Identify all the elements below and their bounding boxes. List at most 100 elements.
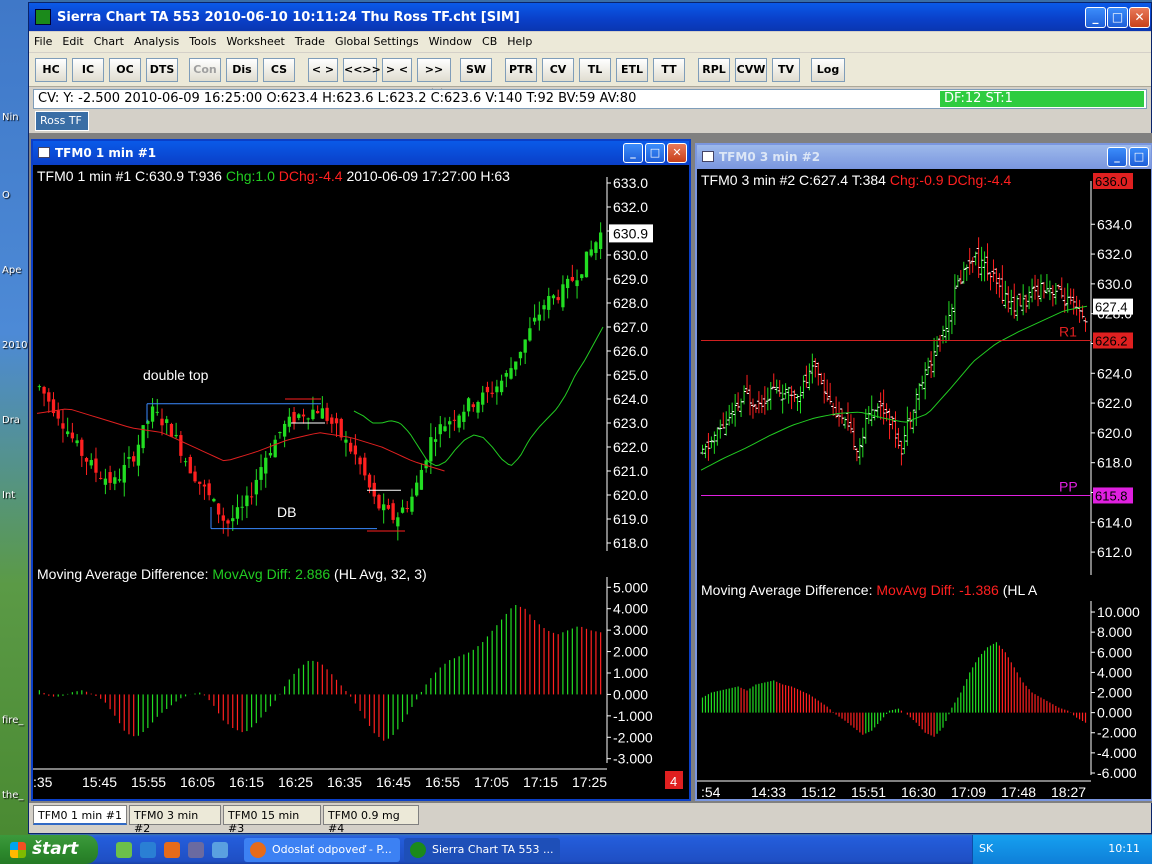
y-tick-label: 621.0	[613, 463, 648, 479]
y-tick-label: 622.0	[613, 439, 648, 455]
title-bar[interactable]: Sierra Chart TA 553 2010-06-10 10:11:24 …	[29, 3, 1151, 31]
y-tick-label: 0.000	[1097, 705, 1132, 721]
y-tick-label: 1.000	[613, 665, 648, 681]
taskbar-item[interactable]: Sierra Chart TA 553 ...	[404, 838, 560, 862]
desktop-icon-label[interactable]: Ape	[2, 265, 21, 276]
chart-window-title: TFM0 1 min #1	[55, 146, 157, 160]
menu-window[interactable]: Window	[424, 32, 477, 48]
candle-body	[141, 425, 145, 449]
minimize-button[interactable]: _	[623, 143, 643, 163]
toolbar-button-20[interactable]: Log	[811, 58, 845, 82]
candle-body	[113, 477, 117, 484]
toolbar-button-6[interactable]: CS	[263, 58, 295, 82]
language-indicator[interactable]: SK	[979, 842, 993, 855]
toolbar-button-7[interactable]: < >	[308, 58, 338, 82]
app-icon[interactable]	[35, 9, 51, 25]
toolbar-button-17[interactable]: RPL	[698, 58, 730, 82]
menu-global-settings[interactable]: Global Settings	[330, 32, 424, 48]
candle-body	[438, 424, 442, 435]
y-tick-label: 628.0	[613, 295, 648, 311]
candle-body	[443, 426, 447, 432]
maximize-button[interactable]: □	[1107, 7, 1128, 28]
menu-file[interactable]: File	[29, 32, 57, 48]
moving-average-red	[36, 408, 445, 472]
y-tick-label: -1.000	[613, 708, 653, 724]
x-tick-label: 16:55	[425, 774, 460, 790]
toolbar-button-14[interactable]: TL	[579, 58, 611, 82]
taskbar-item[interactable]: Odoslať odpoveď - P...	[244, 838, 400, 862]
menu-trade[interactable]: Trade	[290, 32, 330, 48]
minimize-button[interactable]: _	[1107, 147, 1127, 167]
toolbar-button-18[interactable]: CVW	[735, 58, 767, 82]
chart-window-2[interactable]: TFM0 3 min #2 _ □ TFM0 3 min #2 C:627.4 …	[695, 143, 1152, 801]
desktop-icon-label[interactable]: Int	[2, 490, 15, 501]
toolbar-button-11[interactable]: SW	[460, 58, 492, 82]
desktop-icon-label[interactable]: Nin	[2, 112, 19, 123]
candle-body	[122, 464, 126, 483]
quicklaunch-icon[interactable]	[212, 842, 228, 858]
y-tick-label: 632.0	[613, 199, 648, 215]
tab-chart-1[interactable]: TFM0 1 min #1	[33, 805, 127, 825]
x-tick-label: 17:05	[474, 774, 509, 790]
tab-chart-4[interactable]: TFM0 0.9 mg #4	[323, 805, 419, 835]
candle-body	[37, 386, 42, 388]
menu-tools[interactable]: Tools	[184, 32, 221, 48]
toolbar-button-15[interactable]: ETL	[616, 58, 648, 82]
menu-edit[interactable]: Edit	[57, 32, 88, 48]
chart-title-bar[interactable]: TFM0 1 min #1 _ □ ✕	[33, 141, 689, 165]
ie-icon[interactable]	[140, 842, 156, 858]
maximize-button[interactable]: □	[645, 143, 665, 163]
clock[interactable]: 10:11	[1108, 842, 1140, 855]
candle-body	[278, 432, 282, 434]
toolbar-button-10[interactable]: >><<	[417, 58, 451, 98]
chart-1-plot[interactable]: TFM0 1 min #1 C:630.9 T:936 Chg:1.0 DChg…	[33, 165, 689, 799]
desktop-icon-label[interactable]: the_	[2, 790, 23, 801]
desktop-icon-label[interactable]: O	[2, 190, 10, 201]
toolbar-button-3[interactable]: DTS	[146, 58, 178, 82]
toolbar-button-0[interactable]: HC	[35, 58, 67, 82]
toolbar-button-12[interactable]: PTR	[505, 58, 537, 82]
candle-body	[396, 517, 400, 527]
menu-chart[interactable]: Chart	[89, 32, 129, 48]
toolbar-button-19[interactable]: TV	[772, 58, 800, 82]
toolbar-button-16[interactable]: TT	[653, 58, 685, 82]
close-button[interactable]: ✕	[667, 143, 687, 163]
chart-window-1[interactable]: TFM0 1 min #1 _ □ ✕ TFM0 1 min #1 C:630.…	[31, 139, 691, 801]
desktop-icon-label[interactable]: 2010	[2, 340, 27, 351]
candle-body	[518, 351, 523, 359]
maximize-button[interactable]: □	[1129, 147, 1149, 167]
toolbar-button-8[interactable]: <<>>	[343, 58, 381, 82]
menu-analysis[interactable]: Analysis	[129, 32, 184, 48]
tab-chart-3[interactable]: TFM0 15 min #3	[223, 805, 321, 835]
chart-title-bar[interactable]: TFM0 3 min #2 _ □	[697, 145, 1151, 169]
menu-cb[interactable]: CB	[477, 32, 502, 48]
firefox-icon[interactable]	[164, 842, 180, 858]
menu-worksheet[interactable]: Worksheet	[221, 32, 289, 48]
toolbar-button-2[interactable]: OC	[109, 58, 141, 82]
tab-chart-2[interactable]: TFM0 3 min #2	[129, 805, 221, 835]
chartbook-tab[interactable]: Ross TF	[35, 111, 89, 131]
x-tick-label: 17:25	[572, 774, 607, 790]
toolbar-button-4[interactable]: Con	[189, 58, 221, 82]
candle-body	[391, 503, 395, 520]
x-tick-label: 16:45	[376, 774, 411, 790]
chart-header: TFM0 1 min #1 C:630.9 T:936 Chg:1.0 DChg…	[37, 168, 510, 184]
y-tick-label: 4.000	[613, 601, 648, 617]
chart-2-plot[interactable]: TFM0 3 min #2 C:627.4 T:384 Chg:-0.9 DCh…	[697, 169, 1151, 799]
menu-help[interactable]: Help	[502, 32, 537, 48]
toolbar-button-13[interactable]: CV	[542, 58, 574, 82]
toolbar-button-9[interactable]: > <	[382, 58, 412, 82]
minimize-button[interactable]: _	[1085, 7, 1106, 28]
toolbar-button-1[interactable]: IC	[72, 58, 104, 82]
candle-body	[94, 458, 98, 473]
y-tick-label: 629.0	[613, 271, 648, 287]
desktop-icon-label[interactable]: fire_	[2, 715, 23, 726]
close-button[interactable]: ✕	[1129, 7, 1150, 28]
candle-body	[584, 251, 589, 278]
toolbar-button-5[interactable]: Dis	[226, 58, 258, 82]
quicklaunch-icon[interactable]	[188, 842, 204, 858]
desktop-icon-label[interactable]: Dra	[2, 415, 20, 426]
quicklaunch-icon[interactable]	[116, 842, 132, 858]
start-button[interactable]: štart	[0, 835, 98, 864]
last-price-label: 627.4	[1095, 300, 1128, 315]
